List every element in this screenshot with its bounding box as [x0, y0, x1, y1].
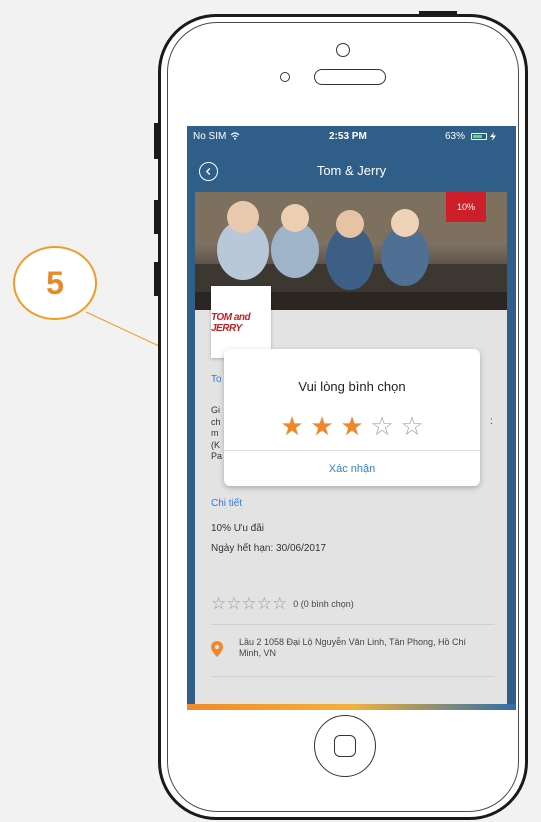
rating-star-icon: ☆	[226, 594, 242, 613]
detail-link[interactable]: Chi tiết	[211, 498, 242, 509]
star-empty-icon[interactable]: ☆	[397, 413, 427, 439]
carrier-label: No SIM	[193, 131, 227, 142]
store-address[interactable]: Lầu 2 1058 Đại Lộ Nguyễn Văn Linh, Tân P…	[239, 637, 489, 658]
star-filled-icon[interactable]: ★	[277, 413, 307, 439]
description-colon: :	[490, 416, 493, 427]
star-filled-icon[interactable]: ★	[307, 413, 337, 439]
rating-star-icon: ☆	[241, 594, 257, 613]
star-filled-icon[interactable]: ★	[337, 413, 367, 439]
discount-badge: 10%	[446, 192, 486, 222]
battery-icon	[471, 133, 487, 140]
battery-percent: 63%	[445, 131, 466, 142]
clock: 2:53 PM	[329, 131, 367, 142]
app-screen: No SIM 2:53 PM 63% Tom & Jerry 10% TOM a…	[187, 126, 516, 710]
charging-icon	[490, 132, 496, 141]
volume-up-button	[154, 200, 158, 234]
volume-down-button	[154, 262, 158, 296]
callout-badge: 5	[13, 246, 97, 320]
rating-star-icon: ☆	[272, 594, 288, 613]
nav-bar: Tom & Jerry	[187, 146, 516, 194]
rating-row[interactable]: ☆ ☆ ☆ ☆ ☆ 0 (0 bình chọn)	[211, 595, 354, 613]
dialog-star-rating[interactable]: ★ ★ ★ ☆ ☆	[277, 413, 427, 439]
confirm-button[interactable]: Xác nhận	[224, 451, 480, 486]
earpiece-speaker	[314, 69, 386, 85]
rating-star-icon: ☆	[211, 594, 227, 613]
offer-text: 10% Ưu đãi	[211, 523, 265, 534]
page-title: Tom & Jerry	[316, 163, 387, 178]
location-pin-icon	[211, 641, 223, 657]
brand-logo: TOM and JERRY	[211, 286, 271, 358]
rating-star-icon: ☆	[256, 594, 272, 613]
divider	[211, 624, 495, 625]
dialog-title: Vui lòng bình chọn	[298, 379, 406, 394]
star-empty-icon[interactable]: ☆	[367, 413, 397, 439]
rating-dialog: Vui lòng bình chọn ★ ★ ★ ☆ ☆ Xác nhận	[224, 349, 480, 486]
callout-number: 5	[46, 264, 64, 301]
rating-count: 0 (0 bình chọn)	[293, 599, 354, 609]
brand-name-link[interactable]: To	[211, 374, 222, 385]
description-text: Gi ch m (K Pa	[211, 405, 223, 461]
front-camera	[336, 43, 350, 57]
mute-switch	[154, 123, 158, 159]
proximity-sensor	[280, 72, 290, 82]
wifi-icon	[230, 132, 240, 140]
home-button[interactable]	[314, 715, 376, 777]
brand-logo-text: TOM and JERRY	[211, 312, 251, 334]
power-button	[419, 11, 457, 15]
status-bar: No SIM 2:53 PM 63%	[187, 126, 516, 146]
home-square-icon	[334, 735, 356, 757]
expiry-date: Ngày hết hạn: 30/06/2017	[211, 543, 327, 554]
divider	[211, 676, 495, 677]
bottom-accent-bar	[187, 704, 516, 710]
